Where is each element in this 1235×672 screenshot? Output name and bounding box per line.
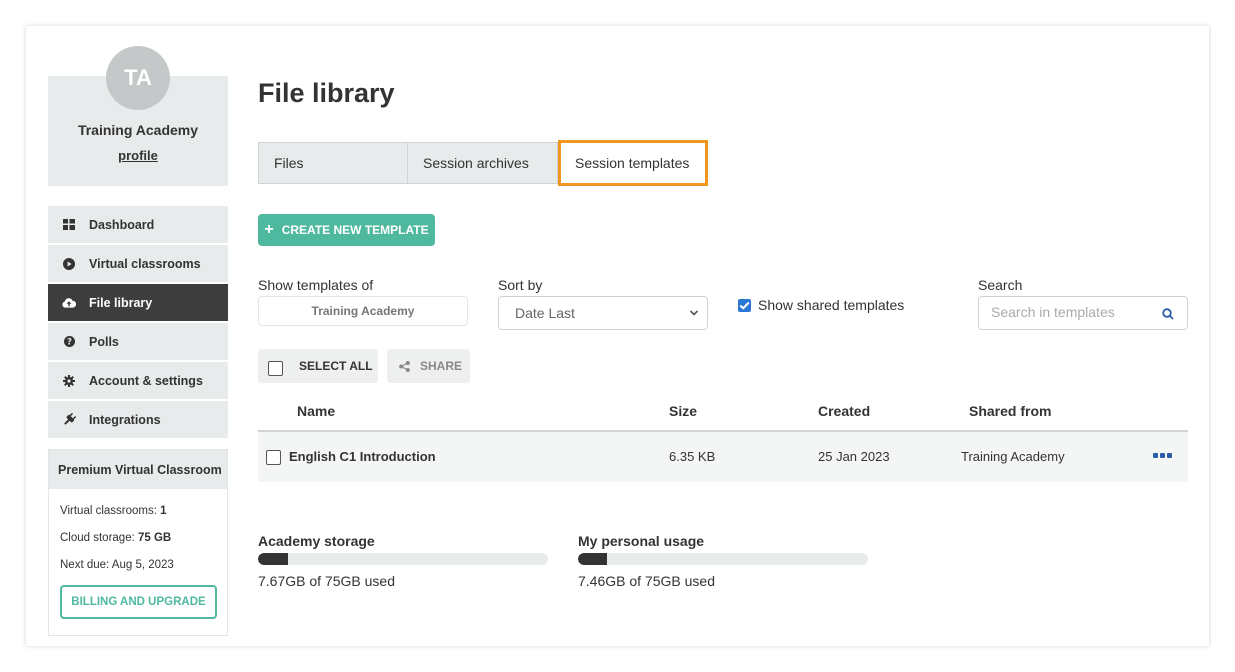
play-circle-icon [62, 257, 76, 271]
personal-usage-bar-fill [578, 553, 607, 565]
sidebar-item-virtual-classrooms[interactable]: Virtual classrooms [48, 245, 228, 282]
plan-storage: Cloud storage: 75 GB [60, 532, 171, 544]
table-row[interactable]: English C1 Introduction 6.35 KB 25 Jan 2… [258, 432, 1188, 482]
row-size: 6.35 KB [669, 449, 716, 464]
tab-session-templates[interactable]: Session templates [558, 140, 708, 186]
sidebar-item-label: Integrations [89, 412, 161, 427]
column-header-shared-from[interactable]: Shared from [969, 403, 1051, 419]
tab-files[interactable]: Files [258, 142, 408, 184]
academy-storage-title: Academy storage [258, 533, 375, 549]
create-template-button[interactable]: + CREATE NEW TEMPLATE [258, 214, 435, 246]
org-name: Training Academy [77, 122, 199, 138]
billing-upgrade-button[interactable]: BILLING AND UPGRADE [60, 585, 217, 619]
avatar[interactable]: TA [106, 46, 170, 110]
create-template-label: CREATE NEW TEMPLATE [281, 223, 429, 237]
select-all-button[interactable]: SELECT ALL [258, 349, 378, 383]
sort-select[interactable]: Date Last [498, 296, 708, 330]
sidebar-item-label: Dashboard [89, 217, 155, 232]
select-all-checkbox[interactable] [268, 360, 283, 376]
plus-icon: + [264, 221, 274, 238]
grid-icon [62, 218, 76, 232]
plan-storage-value: 75 GB [138, 532, 172, 544]
sidebar-item-polls[interactable]: ? Polls [48, 323, 228, 360]
plan-classrooms-value: 1 [160, 505, 167, 517]
search-icon[interactable] [1162, 307, 1174, 325]
row-shared-from: Training Academy [961, 449, 1065, 464]
show-shared-label[interactable]: Show shared templates [758, 297, 904, 313]
sidebar-item-dashboard[interactable]: Dashboard [48, 206, 228, 243]
row-name[interactable]: English C1 Introduction [289, 449, 436, 464]
sidebar-item-label: Virtual classrooms [89, 256, 201, 271]
plan-classrooms-label: Virtual classrooms: [60, 505, 157, 517]
sidebar-item-label: Polls [89, 334, 119, 349]
plan-classrooms: Virtual classrooms: 1 [60, 505, 167, 517]
column-header-name[interactable]: Name [297, 403, 335, 419]
share-label: SHARE [420, 359, 463, 373]
gear-icon [62, 374, 76, 388]
sidebar-item-file-library[interactable]: File library [48, 284, 228, 321]
personal-usage-bar [578, 553, 868, 565]
search-label: Search [978, 277, 1023, 293]
sidebar-item-label: Account & settings [89, 373, 203, 388]
chevron-down-icon [689, 306, 699, 323]
show-shared-checkbox[interactable] [738, 299, 751, 312]
select-all-label: SELECT ALL [299, 359, 373, 373]
plan-next-due: Next due: Aug 5, 2023 [60, 559, 174, 571]
svg-text:?: ? [67, 338, 72, 347]
row-checkbox[interactable] [266, 450, 281, 465]
question-circle-icon: ? [62, 335, 76, 349]
tab-session-archives[interactable]: Session archives [408, 142, 558, 184]
sidebar-item-account-settings[interactable]: Account & settings [48, 362, 228, 399]
sort-label: Sort by [498, 277, 543, 293]
academy-storage-bar-fill [258, 553, 288, 565]
sidebar-item-integrations[interactable]: Integrations [48, 401, 228, 438]
personal-usage-title: My personal usage [578, 533, 705, 549]
column-header-size[interactable]: Size [669, 403, 697, 419]
plan-storage-label: Cloud storage: [60, 532, 135, 544]
tab-bar: Files Session archives Session templates [258, 140, 708, 186]
academy-storage-text: 7.67GB of 75GB used [258, 573, 395, 589]
owner-filter[interactable]: Training Academy [258, 296, 468, 326]
share-button[interactable]: SHARE [387, 349, 470, 383]
sidebar-item-label: File library [89, 295, 153, 310]
more-options-icon[interactable] [1153, 453, 1172, 458]
profile-link[interactable]: profile [48, 148, 228, 163]
cloud-upload-icon [62, 296, 76, 310]
plug-icon [62, 413, 76, 427]
column-header-created[interactable]: Created [818, 403, 870, 419]
academy-storage-bar [258, 553, 548, 565]
owner-filter-label: Show templates of [258, 277, 374, 293]
sidebar-nav: Dashboard Virtual classrooms File librar… [48, 206, 228, 440]
share-icon [399, 360, 410, 372]
page-title: File library [258, 78, 395, 108]
search-input[interactable] [991, 297, 1161, 327]
plan-box: Premium Virtual Classroom Virtual classr… [48, 449, 228, 636]
search-box [978, 296, 1188, 330]
plan-title: Premium Virtual Classroom [49, 450, 227, 489]
row-created: 25 Jan 2023 [818, 449, 890, 464]
sort-value: Date Last [515, 305, 575, 321]
personal-usage-text: 7.46GB of 75GB used [578, 573, 715, 589]
checkmark-icon [739, 301, 750, 310]
